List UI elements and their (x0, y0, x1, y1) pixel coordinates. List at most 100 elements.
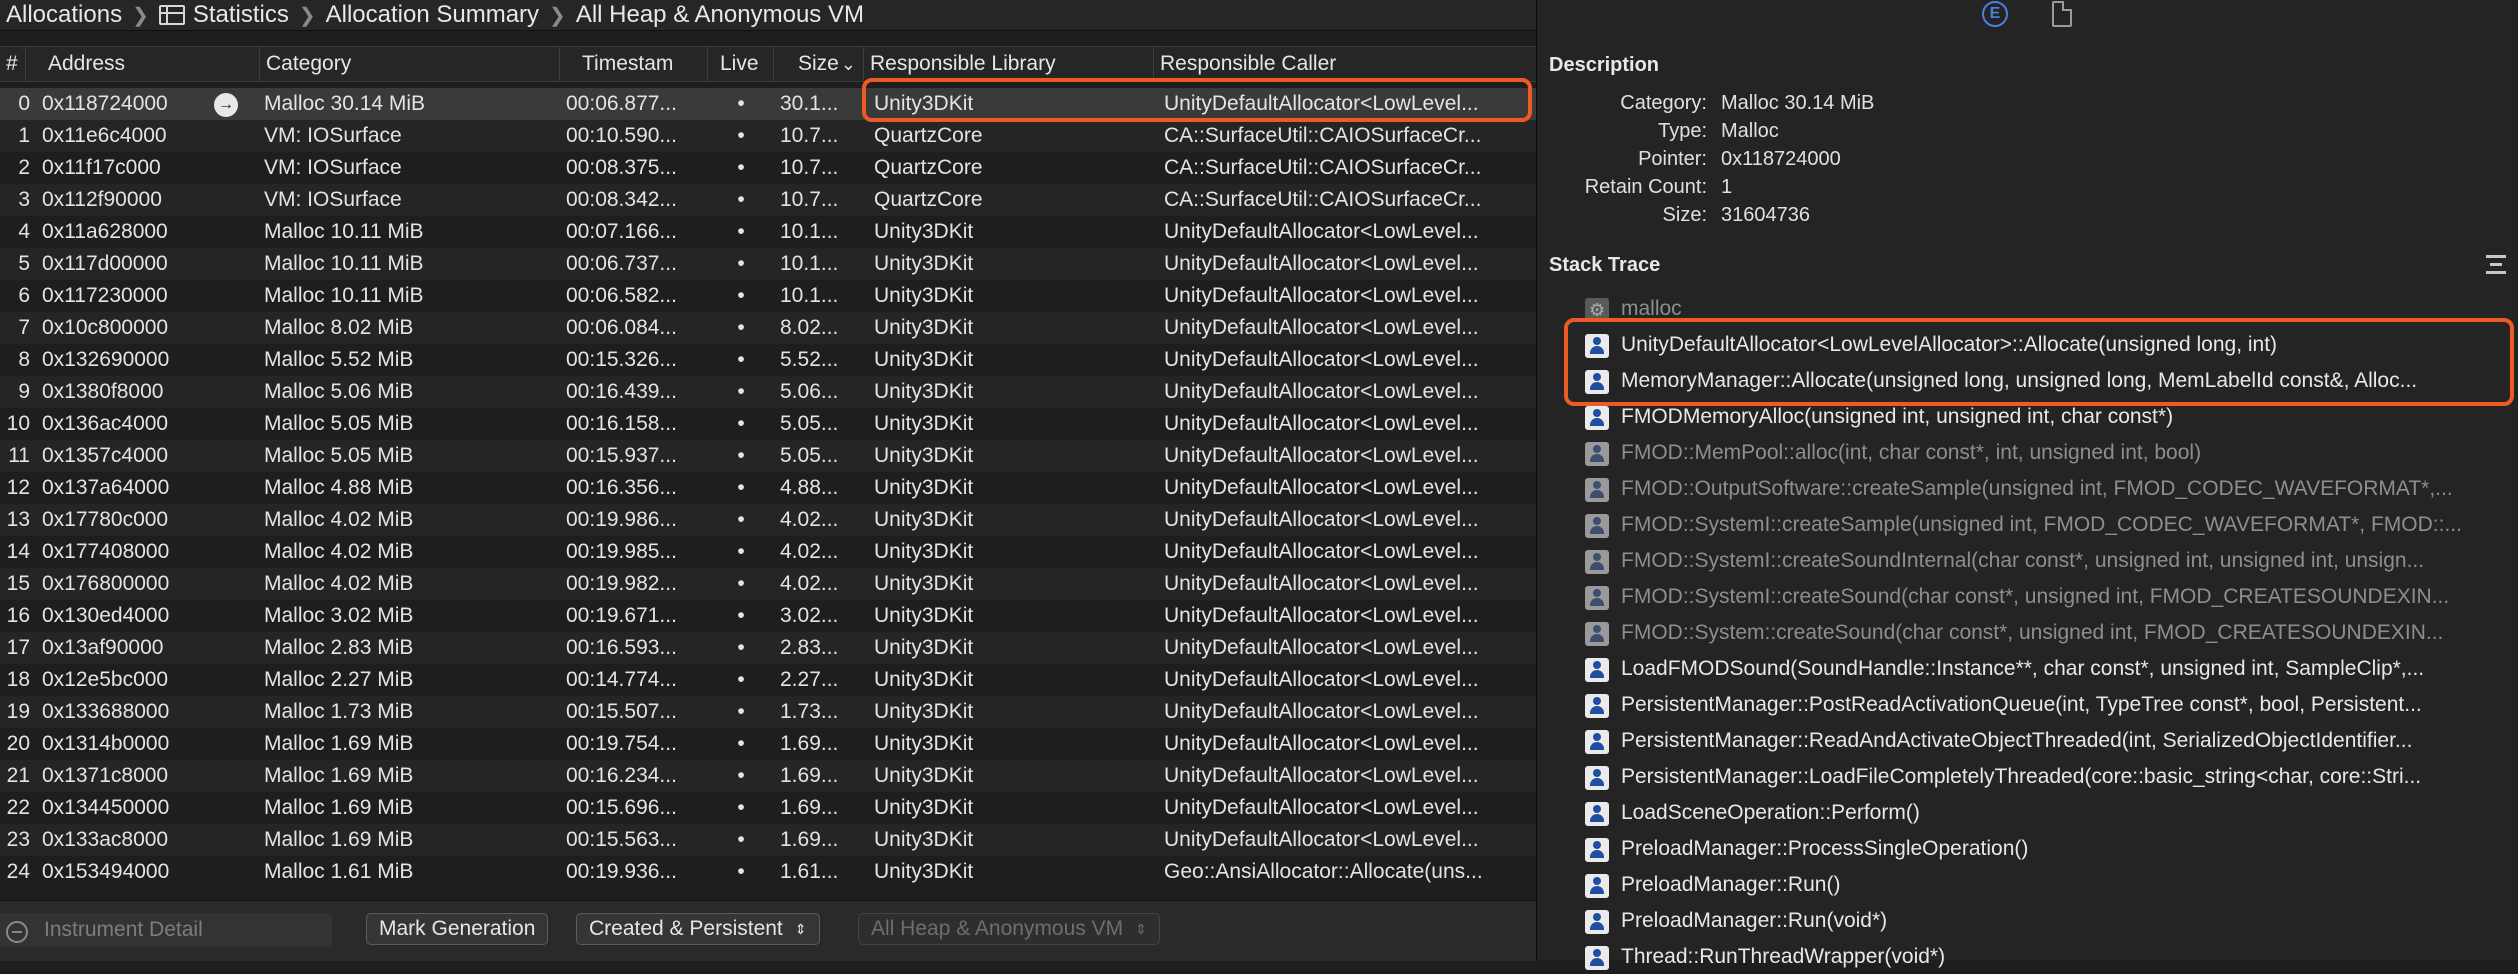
stack-frame[interactable]: PersistentManager::LoadFileCompletelyThr… (1583, 760, 2513, 794)
stack-frame[interactable]: FMOD::SystemI::createSoundInternal(char … (1583, 544, 2513, 578)
mark-generation-button[interactable]: Mark Generation (366, 913, 549, 945)
cell-num: 21 (6, 764, 30, 787)
breadcrumb-allocation-summary[interactable]: Allocation Summary (320, 1, 545, 29)
table-row[interactable]: 5 0x117d00000 Malloc 10.11 MiB 00:06.737...… (0, 248, 1536, 280)
cell-size: 4.88... (780, 476, 839, 499)
table-row[interactable]: 16 0x130ed4000 Malloc 3.02 MiB 00:19.671...… (0, 600, 1536, 632)
stack-frame[interactable]: FMOD::SystemI::createSound(char const*, … (1583, 580, 2513, 614)
cell-category: Malloc 1.73 MiB (264, 700, 414, 723)
table-row[interactable]: 23 0x133ac8000 Malloc 1.69 MiB 00:15.563...… (0, 824, 1536, 856)
column-header-size[interactable]: Size ⌄ (774, 47, 864, 81)
stack-frame-label: LoadFMODSound(SoundHandle::Instance**, c… (1621, 657, 2425, 680)
cell-num: 20 (6, 732, 30, 755)
table-row[interactable]: 21 0x1371c8000 Malloc 1.69 MiB 00:16.234...… (0, 760, 1536, 792)
stack-frame[interactable]: FMODMemoryAlloc(unsigned int, unsigned i… (1583, 400, 2513, 434)
table-row[interactable]: 19 0x133688000 Malloc 1.73 MiB 00:15.507...… (0, 696, 1536, 728)
cell-category: VM: IOSurface (264, 156, 402, 179)
cell-timestamp: 00:15.563... (566, 828, 677, 851)
column-header-library[interactable]: Responsible Library (864, 47, 1154, 81)
stack-frame[interactable]: PreloadManager::ProcessSingleOperation() (1583, 832, 2513, 866)
file-icon[interactable] (2052, 1, 2072, 27)
column-header-size-label: Size (798, 52, 839, 75)
table-row[interactable]: 9 0x1380f8000 Malloc 5.06 MiB 00:16.439... •… (0, 376, 1536, 408)
cell-address: 0x130ed4000 (42, 604, 170, 627)
stack-frame[interactable]: PersistentManager::ReadAndActivateObject… (1583, 724, 2513, 758)
breadcrumb-allocations[interactable]: Allocations (0, 1, 128, 29)
grid-icon (158, 5, 185, 25)
column-header-address[interactable]: Address (26, 47, 260, 81)
stack-frame[interactable]: LoadFMODSound(SoundHandle::Instance**, c… (1583, 652, 2513, 686)
user-code-icon (1585, 874, 1609, 898)
stack-frame[interactable]: FMOD::System::createSound(char const*, u… (1583, 616, 2513, 650)
cell-live: • (737, 412, 745, 435)
cell-size: 5.52... (780, 348, 839, 371)
table-row[interactable]: 0 0x118724000 Malloc 30.14 MiB 00:06.877...… (0, 88, 1536, 120)
cell-library: Unity3DKit (874, 700, 974, 723)
stack-frame-label: PersistentManager::ReadAndActivateObject… (1621, 729, 2413, 752)
stack-frame[interactable]: LoadSceneOperation::Perform() (1583, 796, 2513, 830)
cell-library: QuartzCore (874, 124, 983, 147)
column-header-timestamp[interactable]: Timestam (560, 47, 708, 81)
user-code-icon (1585, 802, 1609, 826)
table-row[interactable]: 2 0x11f17c000 VM: IOSurface 00:08.375... • 10… (0, 152, 1536, 184)
table-row[interactable]: 14 0x177408000 Malloc 4.02 MiB 00:19.985...… (0, 536, 1536, 568)
table-row[interactable]: 15 0x176800000 Malloc 4.02 MiB 00:19.982...… (0, 568, 1536, 600)
stack-frame[interactable]: FMOD::SystemI::createSample(unsigned int… (1583, 508, 2513, 542)
table-row[interactable]: 10 0x136ac4000 Malloc 5.05 MiB 00:16.158...… (0, 408, 1536, 440)
cell-caller: UnityDefaultAllocator<LowLevel... (1164, 732, 1479, 755)
table-row[interactable]: 8 0x132690000 Malloc 5.52 MiB 00:15.326... •… (0, 344, 1536, 376)
breadcrumb-statistics[interactable]: Statistics (153, 1, 295, 29)
description-label: Pointer: (1638, 148, 1707, 170)
cell-live: • (737, 316, 745, 339)
table-row[interactable]: 11 0x1357c4000 Malloc 5.05 MiB 00:15.937...… (0, 440, 1536, 472)
stack-frame[interactable]: PreloadManager::Run() (1583, 868, 2513, 902)
cell-live: • (737, 220, 745, 243)
table-row[interactable]: 13 0x17780c000 Malloc 4.02 MiB 00:19.986...… (0, 504, 1536, 536)
table-row[interactable]: 20 0x1314b0000 Malloc 1.69 MiB 00:19.754...… (0, 728, 1536, 760)
cell-live: • (737, 252, 745, 275)
go-to-detail-icon[interactable]: → (214, 93, 238, 117)
table-row[interactable]: 24 0x153494000 Malloc 1.61 MiB 00:19.936...… (0, 856, 1536, 888)
column-header-category[interactable]: Category (260, 47, 560, 81)
stack-frame[interactable]: UnityDefaultAllocator<LowLevelAllocator>… (1583, 328, 2513, 362)
table-row[interactable]: 12 0x137a64000 Malloc 4.88 MiB 00:16.356...… (0, 472, 1536, 504)
description-value: Malloc (1721, 120, 1779, 142)
table-row[interactable]: 4 0x11a628000 Malloc 10.11 MiB 00:07.166...… (0, 216, 1536, 248)
stack-frame-label: Thread::RunThreadWrapper(void*) (1621, 945, 1946, 968)
breadcrumb-heap-vm[interactable]: All Heap & Anonymous VM (570, 1, 870, 29)
table-row[interactable]: 17 0x13af90000 Malloc 2.83 MiB 00:16.593...… (0, 632, 1536, 664)
cell-caller: UnityDefaultAllocator<LowLevel... (1164, 668, 1479, 691)
table-row[interactable]: 1 0x11e6c4000 VM: IOSurface 00:10.590... • 10… (0, 120, 1536, 152)
table-row[interactable]: 6 0x117230000 Malloc 10.11 MiB 00:06.582...… (0, 280, 1536, 312)
table-row[interactable]: 22 0x134450000 Malloc 1.69 MiB 00:15.696...… (0, 792, 1536, 824)
table-row[interactable]: 7 0x10c800000 Malloc 8.02 MiB 00:06.084... •… (0, 312, 1536, 344)
table-row[interactable]: 3 0x112f90000 VM: IOSurface 00:08.342... • 10… (0, 184, 1536, 216)
column-header-caller[interactable]: Responsible Caller (1154, 47, 1536, 81)
stack-frame-label: UnityDefaultAllocator<LowLevelAllocator>… (1621, 333, 2278, 356)
stack-frame[interactable]: PersistentManager::PostReadActivationQue… (1583, 688, 2513, 722)
cell-timestamp: 00:14.774... (566, 668, 677, 691)
user-code-icon (1585, 514, 1609, 538)
cell-timestamp: 00:16.356... (566, 476, 677, 499)
column-header-number[interactable]: # (0, 47, 26, 81)
stack-frame[interactable]: Thread::RunThreadWrapper(void*) (1583, 940, 2513, 974)
extended-detail-icon[interactable]: E (1982, 1, 2008, 27)
stack-frame[interactable]: FMOD::MemPool::alloc(int, char const*, i… (1583, 436, 2513, 470)
cell-timestamp: 00:19.985... (566, 540, 677, 563)
lifespan-select[interactable]: Created & Persistent ⇕ (576, 913, 820, 945)
stack-frame[interactable]: malloc (1583, 292, 2513, 326)
stack-trace-options-icon[interactable] (2484, 253, 2508, 277)
stack-frame[interactable]: FMOD::OutputSoftware::createSample(unsig… (1583, 472, 2513, 506)
instrument-detail-filter[interactable]: Instrument Detail (0, 913, 332, 947)
user-code-icon (1585, 406, 1609, 430)
column-header-live[interactable]: Live (708, 47, 774, 81)
user-code-icon (1585, 334, 1609, 358)
stack-frame[interactable]: MemoryManager::Allocate(unsigned long, u… (1583, 364, 2513, 398)
cell-size: 10.1... (780, 284, 839, 307)
cell-library: Unity3DKit (874, 476, 974, 499)
allocations-list-pane: Allocations ❯ Statistics ❯ Allocation Su… (0, 0, 1536, 961)
user-code-icon (1585, 730, 1609, 754)
table-row[interactable]: 18 0x12e5bc000 Malloc 2.27 MiB 00:14.774...… (0, 664, 1536, 696)
user-code-icon (1585, 766, 1609, 790)
stack-frame[interactable]: PreloadManager::Run(void*) (1583, 904, 2513, 938)
